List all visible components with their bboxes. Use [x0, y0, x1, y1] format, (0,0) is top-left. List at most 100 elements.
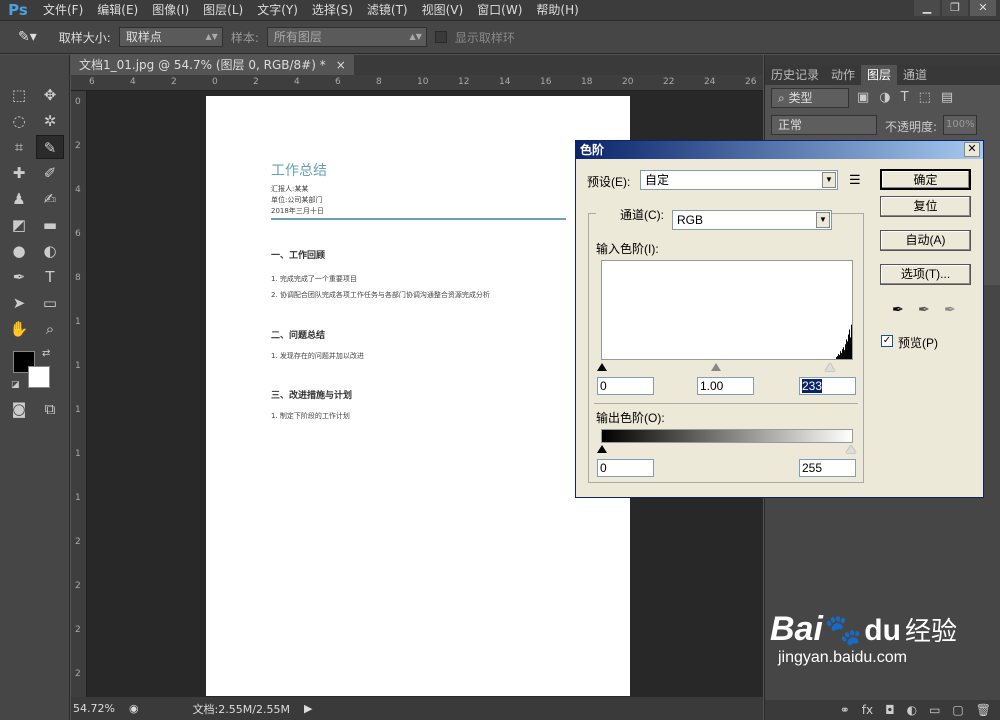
- layer-kind-filter[interactable]: ⌕ 类型: [771, 88, 849, 108]
- adjust-filter-icon[interactable]: ◑: [879, 90, 890, 105]
- ruler-tick-label: 2: [171, 77, 177, 87]
- background-color-swatch[interactable]: [28, 366, 50, 388]
- input-black-field[interactable]: 0: [597, 377, 654, 395]
- preset-select[interactable]: 自定 ▼: [640, 170, 838, 190]
- image-filter-icon[interactable]: ▣: [857, 90, 869, 105]
- zoom-level[interactable]: 54.72%: [73, 702, 115, 715]
- type-filter-icon[interactable]: T: [901, 90, 909, 105]
- move-tool-icon[interactable]: ✥: [36, 83, 64, 107]
- blend-mode-select[interactable]: 正常: [771, 115, 877, 135]
- input-gamma-slider[interactable]: [711, 363, 721, 371]
- eyedropper-icon[interactable]: ✎: [36, 135, 64, 159]
- adjustment-icon[interactable]: ◐: [907, 700, 917, 720]
- menu-window[interactable]: 窗口(W): [470, 0, 529, 20]
- menu-help[interactable]: 帮助(H): [529, 0, 585, 20]
- history-brush-icon[interactable]: ✍: [36, 187, 64, 211]
- path-select-icon[interactable]: ➤: [5, 291, 33, 315]
- mask-icon[interactable]: ◘: [885, 700, 895, 720]
- document-tab-bar: 文档1_01.jpg @ 54.7% (图层 0, RGB/8#) * ×: [71, 55, 763, 75]
- close-icon[interactable]: ✕: [964, 142, 980, 157]
- input-white-slider[interactable]: [825, 363, 835, 371]
- marquee-tool-icon[interactable]: ⬚: [5, 83, 33, 107]
- opacity-input[interactable]: 100%: [943, 115, 977, 135]
- menu-edit[interactable]: 编辑(E): [90, 0, 145, 20]
- reset-button[interactable]: 复位: [880, 196, 971, 217]
- tab-layers[interactable]: 图层: [861, 65, 898, 85]
- menu-image[interactable]: 图像(I): [145, 0, 196, 20]
- menu-file[interactable]: 文件(F): [36, 0, 90, 20]
- menu-view[interactable]: 视图(V): [415, 0, 471, 20]
- menu-layer[interactable]: 图层(L): [196, 0, 250, 20]
- output-black-slider[interactable]: [597, 445, 607, 453]
- ruler-tick-label: 2: [75, 669, 81, 679]
- ruler-tick-label: 26: [745, 77, 757, 87]
- sample-size-select[interactable]: 取样点 ▲▼: [118, 27, 223, 47]
- output-white-slider[interactable]: [846, 445, 856, 453]
- blur-tool-icon[interactable]: ●: [5, 239, 33, 263]
- minimize-icon[interactable]: ▁: [914, 0, 940, 16]
- white-eyedropper-icon[interactable]: ✒: [944, 301, 956, 318]
- input-white-field[interactable]: 233: [799, 377, 856, 395]
- hand-tool-icon[interactable]: ✋: [5, 317, 33, 341]
- clone-stamp-icon[interactable]: ♟: [5, 187, 33, 211]
- black-eyedropper-icon[interactable]: ✒: [892, 301, 904, 318]
- brush-tool-icon[interactable]: ✐: [36, 161, 64, 185]
- tab-actions[interactable]: 动作: [825, 65, 861, 85]
- crop-tool-icon[interactable]: ⌗: [5, 135, 33, 159]
- trash-icon[interactable]: 🗑: [976, 700, 991, 720]
- tab-channels[interactable]: 通道: [897, 65, 933, 85]
- magic-wand-icon[interactable]: ✲: [36, 109, 64, 133]
- menu-type[interactable]: 文字(Y): [250, 0, 305, 20]
- ruler-tick-label: 20: [622, 77, 634, 87]
- gradient-tool-icon[interactable]: ▬: [36, 213, 64, 237]
- eraser-tool-icon[interactable]: ◩: [5, 213, 33, 237]
- show-ring-checkbox[interactable]: [434, 31, 447, 43]
- gray-eyedropper-icon[interactable]: ✒: [918, 301, 930, 318]
- screen-mode-icon[interactable]: ⧉: [36, 397, 64, 421]
- output-black-field[interactable]: 0: [597, 459, 654, 477]
- input-gamma-field[interactable]: 1.00: [697, 377, 754, 395]
- toolbox: ⬚ ✥ ◌ ✲ ⌗ ✎ ✚ ✐ ♟ ✍ ◩ ▬ ● ◐ ✒ T ➤ ▭ ✋ ⌕ …: [0, 55, 70, 720]
- histogram-bar: [842, 349, 844, 359]
- dodge-tool-icon[interactable]: ◐: [36, 239, 64, 263]
- smart-filter-icon[interactable]: ▤: [941, 90, 953, 105]
- close-tab-icon[interactable]: ×: [336, 55, 346, 75]
- lasso-tool-icon[interactable]: ◌: [5, 109, 33, 133]
- pen-tool-icon[interactable]: ✒: [5, 265, 33, 289]
- status-icon[interactable]: ◉: [129, 702, 139, 715]
- input-black-slider[interactable]: [597, 363, 607, 371]
- ok-button[interactable]: 确定: [880, 169, 971, 190]
- document-tab[interactable]: 文档1_01.jpg @ 54.7% (图层 0, RGB/8#) * ×: [71, 55, 354, 75]
- preview-checkbox[interactable]: ✓: [881, 335, 893, 347]
- fx-icon[interactable]: fx: [862, 700, 873, 720]
- preset-options-icon[interactable]: ☰: [849, 172, 861, 188]
- zoom-tool-icon[interactable]: ⌕: [36, 317, 64, 341]
- channel-select[interactable]: RGB ▼: [672, 210, 832, 230]
- group-icon[interactable]: ▭: [929, 700, 940, 720]
- sample-select[interactable]: 所有图层 ▲▼: [266, 27, 427, 47]
- healing-brush-icon[interactable]: ✚: [5, 161, 33, 185]
- link-layers-icon[interactable]: ⚭: [840, 700, 850, 720]
- shape-tool-icon[interactable]: ▭: [36, 291, 64, 315]
- panel-collapse-bar[interactable]: [765, 55, 1000, 65]
- restore-icon[interactable]: ❐: [942, 0, 968, 16]
- shape-filter-icon[interactable]: ⬚: [919, 90, 931, 105]
- status-menu-arrow-icon[interactable]: ▶: [304, 702, 312, 715]
- ruler-tick-label: 1: [75, 405, 81, 415]
- eyedropper-tool-icon[interactable]: ✎▾: [18, 29, 37, 45]
- menu-filter[interactable]: 滤镜(T): [360, 0, 415, 20]
- show-ring-label: 显示取样环: [454, 30, 515, 45]
- new-layer-icon[interactable]: ▢: [952, 700, 963, 720]
- quick-mask-icon[interactable]: ◙: [5, 397, 33, 421]
- type-tool-icon[interactable]: T: [36, 265, 64, 289]
- default-colors-icon[interactable]: ◪: [11, 380, 20, 390]
- tab-history[interactable]: 历史记录: [765, 65, 825, 85]
- menu-select[interactable]: 选择(S): [305, 0, 360, 20]
- baidu-jingyan-watermark: Bai 🐾 du 经验 jingyan.baidu.com: [770, 610, 980, 667]
- auto-button[interactable]: 自动(A): [880, 230, 971, 251]
- close-window-icon[interactable]: ✕: [970, 0, 996, 16]
- swap-colors-icon[interactable]: ⇄: [42, 348, 50, 359]
- ruler-tick-label: 0: [75, 97, 81, 107]
- options-button[interactable]: 选项(T)...: [880, 264, 971, 285]
- output-white-field[interactable]: 255: [799, 459, 856, 477]
